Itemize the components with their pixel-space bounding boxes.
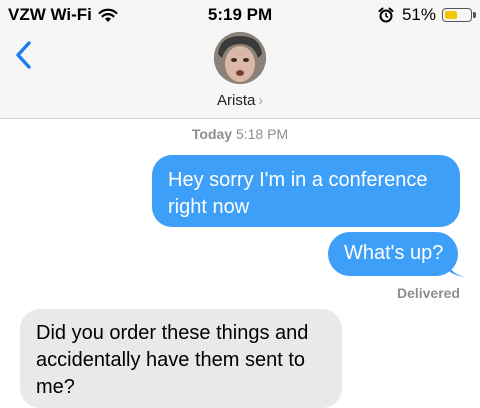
- status-right: 51%: [378, 5, 476, 25]
- outgoing-message[interactable]: What's up?: [328, 232, 458, 276]
- outgoing-message[interactable]: Hey sorry I'm in a conference right now: [152, 155, 460, 227]
- alarm-icon: [378, 7, 394, 23]
- battery-icon: [442, 8, 476, 22]
- chevron-left-icon: [16, 41, 31, 69]
- battery-fill: [445, 11, 457, 19]
- chevron-right-icon: ›: [258, 92, 263, 108]
- back-button[interactable]: [14, 38, 42, 72]
- contact-name: Arista: [216, 92, 256, 109]
- battery-percent: 51%: [401, 5, 436, 24]
- battery-nub: [473, 12, 476, 18]
- contact-name-button[interactable]: Arista ›: [0, 92, 480, 109]
- avatar-photo: [214, 32, 266, 84]
- timestamp-time: 5:18 PM: [235, 126, 289, 142]
- conversation-header: VZW Wi-Fi 5:19 PM 51% Arista ›: [0, 0, 480, 119]
- delivery-status: Delivered: [396, 285, 460, 301]
- incoming-message[interactable]: Did you order these things and accidenta…: [20, 309, 342, 408]
- message-timestamp: Today 5:18 PM: [0, 126, 480, 142]
- status-bar: VZW Wi-Fi 5:19 PM 51%: [0, 0, 480, 30]
- contact-avatar[interactable]: [214, 32, 266, 84]
- timestamp-day: Today: [191, 126, 233, 142]
- bubble-tail: [448, 262, 466, 277]
